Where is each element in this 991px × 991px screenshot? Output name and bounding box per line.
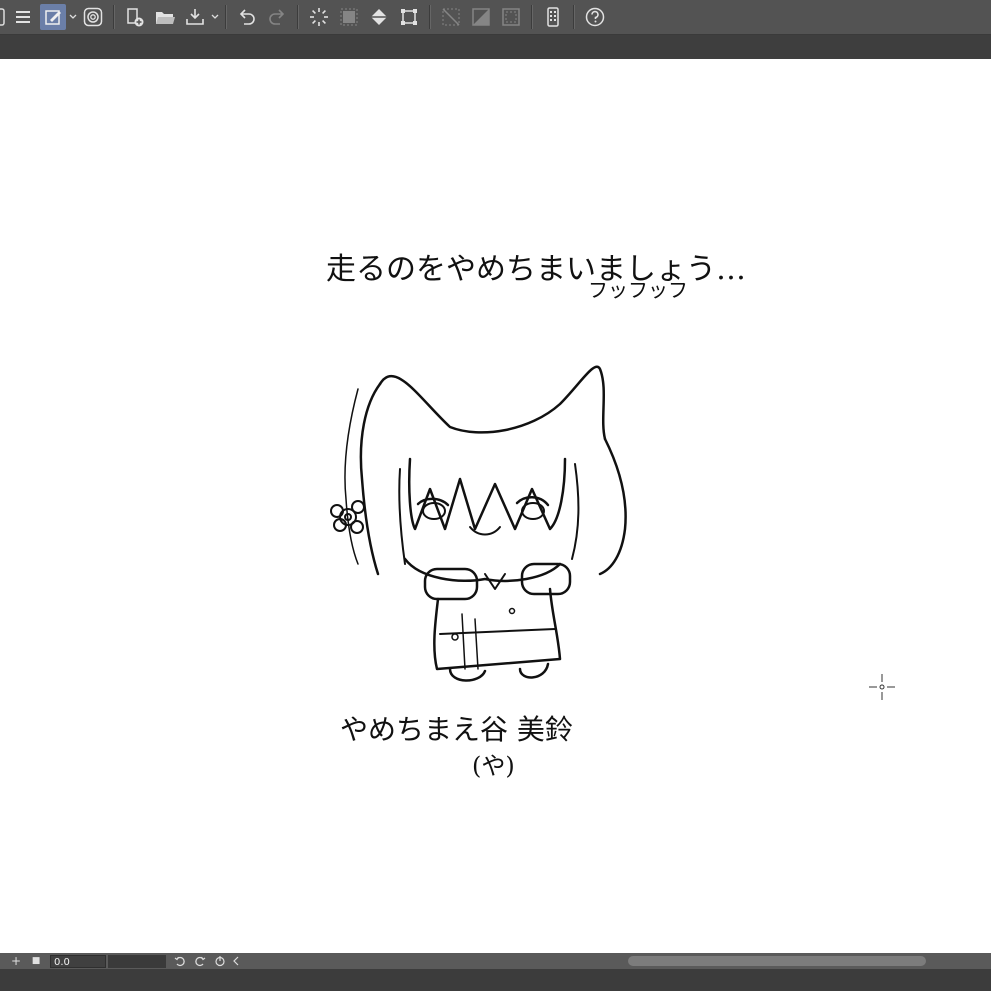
undo-icon[interactable] <box>234 4 260 30</box>
chevron-down-icon[interactable] <box>210 4 220 30</box>
zoom-value-field[interactable]: 0.0 <box>50 954 106 968</box>
clear-icon[interactable] <box>306 4 332 30</box>
main-toolbar <box>0 0 991 35</box>
zoom-slider[interactable] <box>108 954 166 968</box>
rotate-left-icon[interactable] <box>170 953 190 969</box>
add-icon[interactable]: + <box>6 953 26 969</box>
redo-icon[interactable] <box>264 4 290 30</box>
panel-icon[interactable] <box>0 4 6 30</box>
fill-icon[interactable] <box>366 4 392 30</box>
heading-line-2: フッフッフ <box>588 278 688 302</box>
toolbar-divider <box>297 5 299 29</box>
crosshair-cursor-icon <box>869 674 895 700</box>
name-line-1: やめちまえ谷 美鈴 <box>340 713 573 746</box>
toolbar-divider <box>573 5 575 29</box>
chevron-left-icon[interactable] <box>230 953 242 969</box>
drawing-canvas[interactable]: 走るのをやめちまいましょう… フッフッフ やめちまえ谷 美鈴 (や) <box>0 59 991 953</box>
smartphone-icon[interactable] <box>540 4 566 30</box>
save-icon[interactable] <box>182 4 208 30</box>
rotate-right-icon[interactable] <box>190 953 210 969</box>
transform-icon[interactable] <box>396 4 422 30</box>
selection-border-icon[interactable] <box>498 4 524 30</box>
character-illustration <box>330 365 627 682</box>
name-line-2: (や) <box>472 752 515 780</box>
bottom-panel <box>0 969 991 991</box>
hide-selection-icon[interactable] <box>438 4 464 30</box>
menu-icon[interactable] <box>10 4 36 30</box>
timeline-status-bar: + ■ 0.0 <box>0 953 991 969</box>
crop-icon[interactable] <box>468 4 494 30</box>
chevron-down-icon[interactable] <box>68 4 78 30</box>
clip-studio-icon[interactable] <box>80 4 106 30</box>
artwork: 走るのをやめちまいましょう… フッフッフ やめちまえ谷 美鈴 (や) <box>326 252 895 780</box>
stop-icon[interactable]: ■ <box>26 953 46 969</box>
open-folder-icon[interactable] <box>152 4 178 30</box>
edit-mode-icon[interactable] <box>40 4 66 30</box>
toolbar-divider <box>429 5 431 29</box>
new-file-icon[interactable] <box>122 4 148 30</box>
toolbar-divider <box>113 5 115 29</box>
tool-property-bar <box>0 35 991 59</box>
help-icon[interactable] <box>582 4 608 30</box>
horizontal-scrollbar[interactable] <box>628 956 926 966</box>
toolbar-divider <box>531 5 533 29</box>
toolbar-divider <box>225 5 227 29</box>
clear-selection-icon[interactable] <box>336 4 362 30</box>
reset-rotation-icon[interactable] <box>210 953 230 969</box>
